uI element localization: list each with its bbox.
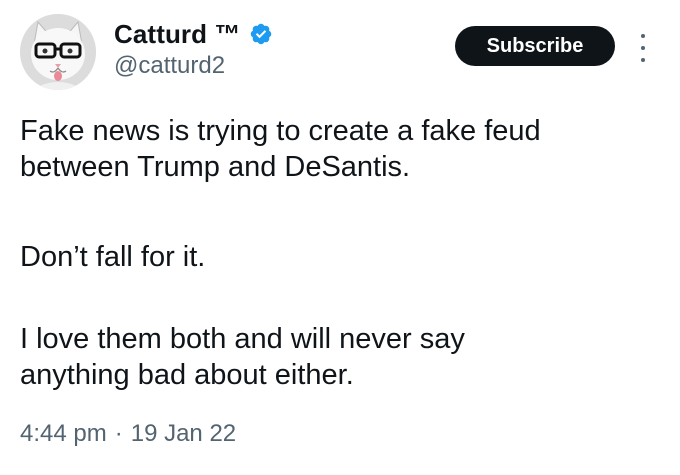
more-dot: [641, 34, 645, 38]
more-dot: [641, 58, 645, 62]
meta-separator: ·: [114, 420, 123, 447]
tweet-paragraph: Don’t fall for it.: [20, 239, 660, 275]
tweet-line: Don’t fall for it.: [20, 241, 206, 273]
tweet-date: 19 Jan 22: [130, 420, 237, 447]
tweet-paragraph: Fake news is trying to create a fake feu…: [20, 113, 660, 185]
more-vertical-icon[interactable]: [632, 30, 654, 66]
cat-with-glasses-avatar-icon: [20, 14, 96, 90]
tweet-line: I love them both and will never say: [20, 323, 465, 355]
handle[interactable]: @catturd2: [114, 52, 225, 80]
author-name-row: Catturd ™: [114, 18, 273, 50]
avatar[interactable]: [20, 14, 96, 90]
tweet-line: anything bad about either.: [20, 359, 354, 391]
tweet-card: Catturd ™ @catturd2 Subscribe Fake news …: [0, 0, 680, 475]
display-name[interactable]: Catturd ™: [114, 19, 241, 50]
more-dot: [641, 46, 645, 50]
subscribe-button[interactable]: Subscribe: [455, 26, 615, 66]
tweet-time: 4:44 pm: [20, 420, 107, 447]
tweet-paragraph: I love them both and will never say anyth…: [20, 321, 660, 393]
tweet-line: between Trump and DeSantis.: [20, 151, 411, 183]
verified-badge-icon[interactable]: [249, 22, 273, 46]
tweet-line: Fake news is trying to create a fake feu…: [20, 115, 541, 147]
tweet-timestamp[interactable]: 4:44 pm · 19 Jan 22: [20, 420, 236, 448]
